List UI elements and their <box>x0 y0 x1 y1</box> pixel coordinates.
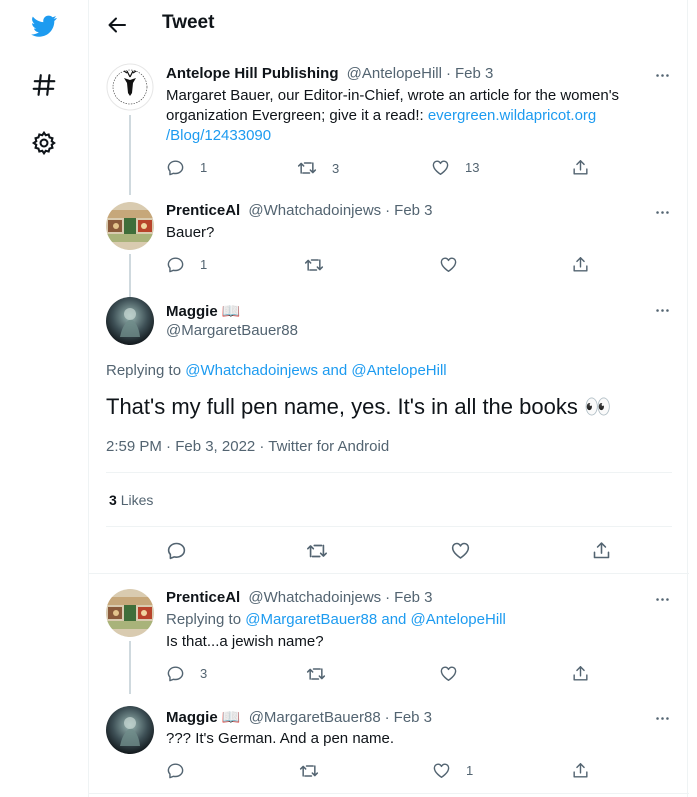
display-name[interactable]: PrenticeAl <box>166 589 240 606</box>
tweet-author: Maggie 📖 <box>166 302 241 320</box>
divider <box>106 526 672 527</box>
like-button[interactable]: 1 <box>432 761 473 780</box>
thread-line <box>129 254 131 297</box>
tweet-text: ??? It's German. And a pen name. <box>166 730 395 747</box>
reply-button[interactable] <box>166 540 187 561</box>
avatar[interactable] <box>106 706 154 754</box>
retweet-button[interactable] <box>306 540 328 562</box>
tweet[interactable]: PrenticeAl @Whatchadoinjews · Feb 3 Bauer?… <box>89 197 689 297</box>
tweet-date[interactable]: Feb 3 <box>394 709 432 726</box>
user-handle[interactable]: @AntelopeHill <box>347 65 442 82</box>
user-handle[interactable]: @Whatchadoinjews <box>248 589 381 606</box>
reply-tweet[interactable]: PrenticeAl @Whatchadoinjews · Feb 3 Replyi… <box>89 584 689 694</box>
like-button[interactable]: 13 <box>431 158 479 177</box>
replying-to: Replying to @Whatchadoinjews and @Antelo… <box>106 362 447 379</box>
avatar[interactable] <box>106 202 154 250</box>
tweet-date[interactable]: Feb 3 <box>394 202 432 219</box>
tweet-text: That's my full pen name, yes. It's in al… <box>106 394 612 419</box>
reply-button[interactable]: 1 <box>166 255 207 274</box>
tweet-author: Antelope Hill Publishing @AntelopeHill · F… <box>166 65 494 82</box>
tweet-text: Margaret Bauer, our Editor-in-Chief, wro… <box>166 87 620 144</box>
display-name[interactable]: Maggie 📖 <box>166 303 241 320</box>
user-handle[interactable]: @Whatchadoinjews <box>248 202 381 219</box>
focused-tweet: Maggie 📖 @MargaretBauer88 Replying to @W… <box>89 297 689 574</box>
tweet-author: PrenticeAl @Whatchadoinjews · Feb 3 <box>166 589 433 606</box>
share-button[interactable] <box>591 540 612 561</box>
hashtag-icon[interactable] <box>26 67 62 103</box>
divider <box>106 472 672 473</box>
page-title: Tweet <box>162 12 215 33</box>
replying-users-link[interactable]: @Whatchadoinjews and @AntelopeHill <box>185 362 446 379</box>
gear-icon[interactable] <box>26 125 62 161</box>
user-handle[interactable]: @MargaretBauer88 <box>249 709 381 726</box>
share-button[interactable] <box>571 761 590 780</box>
tweet-date[interactable]: Feb 3 <box>455 65 493 82</box>
tweet-text: Bauer? <box>166 224 215 241</box>
tweet-timestamp[interactable]: 2:59 PM · Feb 3, 2022 · Twitter for Andr… <box>106 437 672 457</box>
more-options-icon[interactable] <box>652 202 672 222</box>
tweet-link-path[interactable]: /Blog/12433090 <box>166 127 271 144</box>
retweet-button[interactable] <box>299 761 319 781</box>
reply-tweet[interactable]: Maggie 📖 @MargaretBauer88 · Feb 3 ??? It's… <box>89 703 689 797</box>
reply-button[interactable] <box>166 761 185 780</box>
tweet-text: Is that...a jewish name? <box>166 633 324 650</box>
divider <box>89 573 689 574</box>
like-button[interactable] <box>439 255 458 274</box>
replying-users-link[interactable]: @MargaretBauer88 and @AntelopeHill <box>245 611 506 628</box>
like-button[interactable] <box>439 664 458 683</box>
replying-to: Replying to @MargaretBauer88 and @Antelo… <box>166 611 506 628</box>
more-options-icon[interactable] <box>652 65 672 85</box>
share-button[interactable] <box>571 664 590 683</box>
reply-button[interactable]: 1 <box>166 158 207 177</box>
likes-summary[interactable]: 3 Likes <box>109 490 309 510</box>
tweet-link[interactable]: evergreen.wildapricot.org <box>428 107 596 124</box>
more-options-icon[interactable] <box>652 708 672 728</box>
tweet[interactable]: Antelope Hill Publishing @AntelopeHill · F… <box>89 60 689 197</box>
reply-button[interactable]: 3 <box>166 664 207 683</box>
divider <box>89 793 689 794</box>
tweet-date[interactable]: Feb 3 <box>394 589 432 606</box>
left-nav <box>0 0 88 797</box>
tweet-author: Maggie 📖 @MargaretBauer88 · Feb 3 <box>166 709 433 726</box>
more-options-icon[interactable] <box>652 300 672 320</box>
tweet-author: PrenticeAl @Whatchadoinjews · Feb 3 <box>166 202 433 219</box>
tweet-author-handle: @MargaretBauer88 <box>166 322 298 339</box>
back-arrow-icon[interactable] <box>105 13 129 37</box>
avatar[interactable] <box>106 63 154 111</box>
thread-line <box>129 641 131 694</box>
display-name[interactable]: Maggie 📖 <box>166 709 241 726</box>
display-name[interactable]: PrenticeAl <box>166 202 240 219</box>
share-button[interactable] <box>571 158 590 177</box>
header: Tweet <box>89 0 689 50</box>
thread-line <box>129 115 131 195</box>
avatar[interactable] <box>106 297 154 345</box>
avatar[interactable] <box>106 589 154 637</box>
user-handle[interactable]: @MargaretBauer88 <box>166 322 298 339</box>
main-column: Tweet Antelope Hill Publishing @Antelope… <box>88 0 689 797</box>
more-options-icon[interactable] <box>652 589 672 609</box>
retweet-button[interactable]: 3 <box>297 158 339 178</box>
share-button[interactable] <box>571 255 590 274</box>
like-button[interactable] <box>450 540 471 561</box>
twitter-bird-icon[interactable] <box>26 8 62 44</box>
display-name[interactable]: Antelope Hill Publishing <box>166 65 339 82</box>
retweet-button[interactable] <box>306 664 326 684</box>
retweet-button[interactable] <box>304 255 324 275</box>
